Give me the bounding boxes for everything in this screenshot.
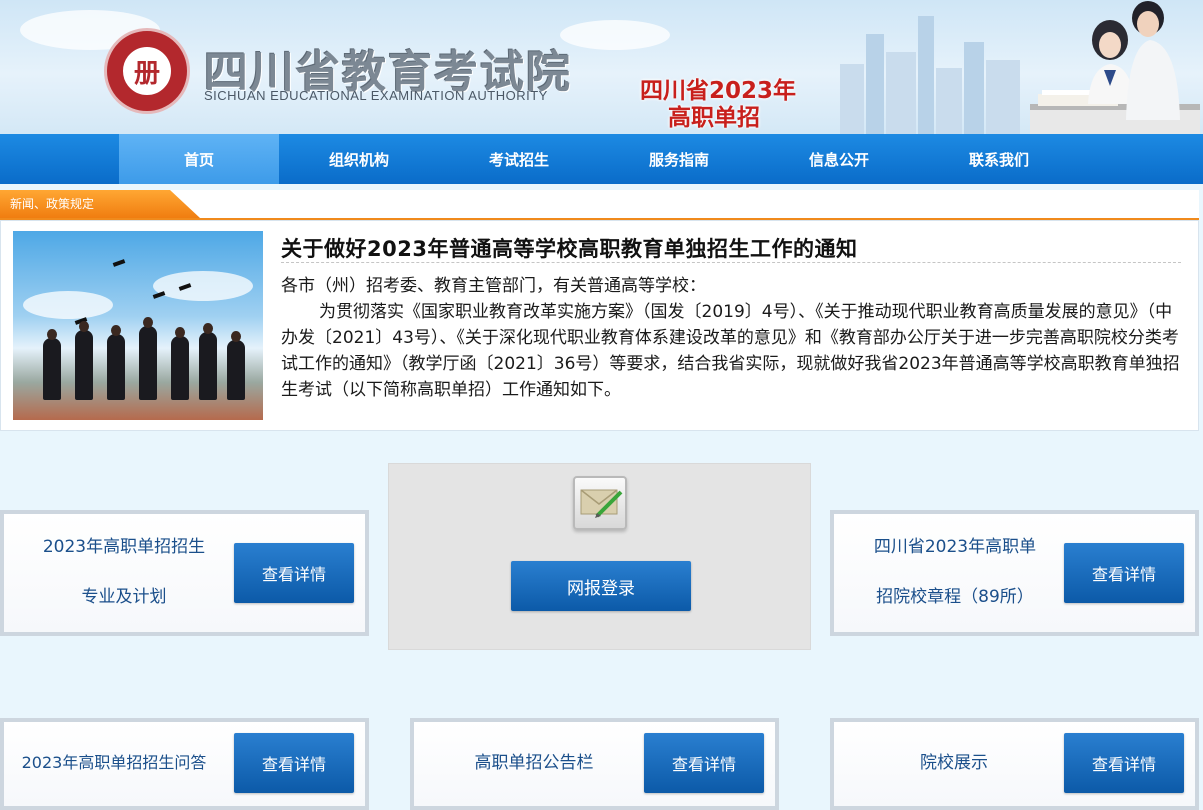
skyline-decoration [840,64,864,134]
skyline-decoration [866,34,884,134]
school-charter-detail-button[interactable]: 查看详情 [1064,543,1184,603]
graduate-figure [43,338,61,400]
card-major-plan-line2: 专业及计划 [81,587,167,607]
card-notice-board: 高职单招公告栏 查看详情 [410,718,779,810]
nav-item-organization[interactable]: 组织机构 [279,134,439,184]
news-headline-link[interactable]: 关于做好2023年普通高等学校高职教育单独招生工作的通知 [281,233,857,263]
skyline-decoration [886,52,916,134]
skyline-decoration [964,42,984,134]
card-major-plan-line1: 2023年高职单招招生 [42,537,206,557]
card-school-charter: 四川省2023年高职单 招院校章程（89所） 查看详情 [830,510,1199,636]
news-salutation: 各市（州）招考委、教育主管部门，有关普通高等学校： [281,276,706,296]
online-registration-login-button[interactable]: 网报登录 [511,561,691,611]
graduate-figure [139,326,157,400]
card-qa-label: 2023年高职单招招生问答 [21,753,207,772]
news-summary: 各市（州）招考委、教育主管部门，有关普通高等学校： 为贯彻落实《国家职业教育改革… [281,273,1181,403]
graduate-head [47,329,57,340]
graduate-head [79,321,89,332]
nav-item-contact[interactable]: 联系我们 [919,134,1079,184]
nav-item-exams[interactable]: 考试招生 [439,134,599,184]
graduate-figure [199,332,217,400]
news-panel: 关于做好2023年普通高等学校高职教育单独招生工作的通知 各市（州）招考委、教育… [0,220,1199,431]
nav-item-home[interactable]: 首页 [119,134,279,184]
graduate-head [143,317,153,328]
card-school-charter-line2: 招院校章程（89所） [876,587,1034,607]
skyline-decoration [986,60,1020,134]
graduate-head [231,331,241,342]
graduate-figure [227,340,245,400]
news-section-header: 新闻、政策规定 [0,190,1199,220]
seal-emblem-icon[interactable]: 册 [104,28,190,114]
skyline-decoration [936,68,962,134]
site-header: 册 四川省教育考试院 SICHUAN EDUCATIONAL EXAMINATI… [0,0,1203,134]
skyline-decoration [918,16,934,134]
online-registration-panel: 网报登录 [388,463,811,650]
cap-icon [152,291,166,299]
site-title-en: SICHUAN EDUCATIONAL EXAMINATION AUTHORIT… [204,88,548,103]
headline-divider [281,262,1181,263]
envelope-pencil-icon [580,489,623,518]
school-show-detail-button[interactable]: 查看详情 [1064,733,1184,793]
notice-board-detail-button[interactable]: 查看详情 [644,733,764,793]
banner-slogan-line2: 高职单招 [668,105,760,131]
students-illustration [1030,1,1200,134]
card-notice-board-label: 高职单招公告栏 [474,753,594,773]
graduate-figure [171,336,189,400]
card-school-show: 院校展示 查看详情 [830,718,1199,810]
qa-detail-button[interactable]: 查看详情 [234,733,354,793]
graduate-head [111,325,121,336]
graduate-head [175,327,185,338]
graduation-photo[interactable] [13,231,263,420]
card-major-plan: 2023年高职单招招生 专业及计划 查看详情 [0,510,369,636]
graduate-figure [75,330,93,400]
graduate-figure [107,334,125,400]
cloud-decoration [560,20,670,50]
mail-edit-icon[interactable] [573,476,627,530]
major-plan-detail-button[interactable]: 查看详情 [234,543,354,603]
nav-item-service-guide[interactable]: 服务指南 [599,134,759,184]
graduate-head [203,323,213,334]
cap-icon [112,259,126,267]
cloud-decoration [23,291,113,319]
main-nav: 首页 组织机构 考试招生 服务指南 信息公开 联系我们 [0,134,1203,184]
news-paragraph: 为贯彻落实《国家职业教育改革实施方案》（国发〔2019〕4号）、《关于推动现代职… [281,302,1180,400]
card-qa: 2023年高职单招招生问答 查看详情 [0,718,369,810]
card-school-show-label: 院校展示 [920,753,988,773]
news-tab[interactable]: 新闻、政策规定 [0,190,200,218]
nav-item-info-disclosure[interactable]: 信息公开 [759,134,919,184]
card-school-charter-line1: 四川省2023年高职单 [873,537,1037,557]
cloud-decoration [153,271,253,301]
